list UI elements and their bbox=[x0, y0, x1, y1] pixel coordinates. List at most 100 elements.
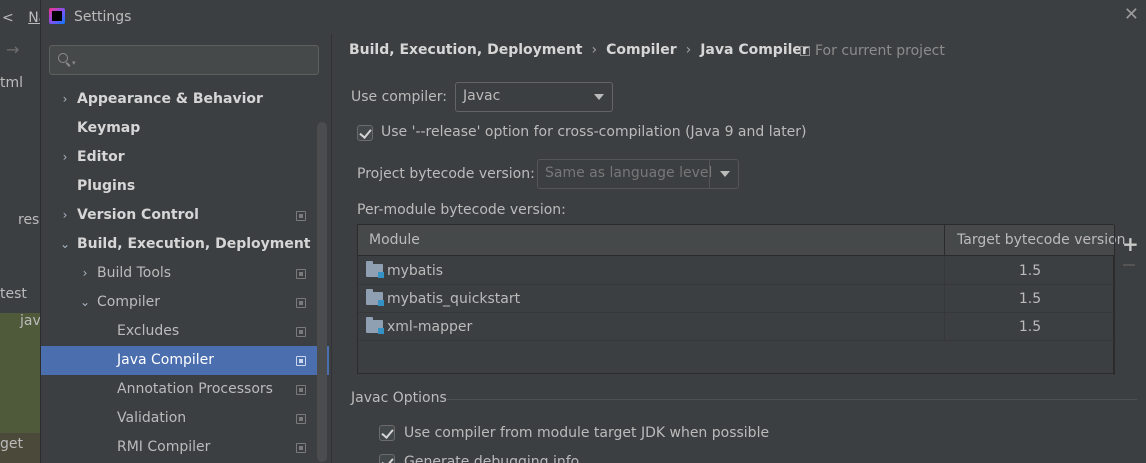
release-option-checkbox[interactable] bbox=[357, 125, 373, 141]
background-ide: < Nav → tml res test jav get bbox=[0, 0, 40, 463]
search-icon: ▾ bbox=[58, 53, 76, 69]
sidebar-item-label: Annotation Processors bbox=[117, 381, 273, 397]
chevron-down-icon bbox=[594, 94, 604, 100]
use-compiler-label: Use compiler: bbox=[351, 89, 448, 105]
sidebar-scrollbar[interactable] bbox=[317, 122, 327, 462]
module-cell: mybatis_quickstart bbox=[366, 285, 520, 313]
project-scope-icon bbox=[296, 298, 306, 308]
javac-options-title: Javac Options bbox=[351, 390, 447, 406]
version-cell[interactable]: 1.5 bbox=[945, 285, 1115, 313]
column-header-module[interactable]: Module bbox=[369, 232, 420, 248]
project-scope-icon bbox=[296, 385, 306, 395]
module-target-jdk-label: Use compiler from module target JDK when… bbox=[404, 425, 770, 441]
bytecode-version-value: Same as language level bbox=[545, 165, 713, 181]
background-item: get bbox=[0, 436, 23, 452]
sidebar-item-label: Version Control bbox=[77, 207, 199, 223]
background-item: tml bbox=[0, 75, 24, 91]
module-folder-icon bbox=[366, 317, 384, 334]
remove-module-button[interactable] bbox=[1123, 264, 1135, 266]
sidebar-item-label: Editor bbox=[77, 149, 125, 165]
settings-content: Build, Execution, Deployment › Compiler › Ja… bbox=[331, 34, 1146, 463]
module-target-jdk-checkbox[interactable] bbox=[379, 425, 395, 441]
sidebar-item-keymap[interactable]: Keymap bbox=[41, 114, 329, 143]
compiler-select[interactable]: Javac bbox=[455, 82, 613, 112]
module-bytecode-table: Module Target bytecode version mybatis 1… bbox=[357, 224, 1126, 375]
module-folder-icon bbox=[366, 289, 384, 306]
sidebar-item-editor[interactable]: › Editor bbox=[41, 143, 329, 172]
sidebar-item-version-control[interactable]: › Version Control bbox=[41, 201, 329, 230]
column-header-target-version[interactable]: Target bytecode version bbox=[957, 232, 1126, 248]
background-menu-nav[interactable]: Nav bbox=[28, 10, 40, 26]
breadcrumb: Build, Execution, Deployment › Compiler › Ja… bbox=[349, 42, 809, 62]
module-name: mybatis_quickstart bbox=[387, 291, 521, 307]
window-title: Settings bbox=[74, 9, 132, 25]
debugging-info-label: Generate debugging info bbox=[404, 454, 580, 463]
column-divider[interactable] bbox=[944, 225, 945, 256]
chevron-down-icon[interactable]: ⌄ bbox=[79, 288, 91, 317]
sidebar-item-label: Compiler bbox=[97, 294, 161, 310]
project-scope-icon bbox=[296, 327, 306, 337]
module-name: mybatis bbox=[387, 263, 444, 279]
chevron-right-icon[interactable]: › bbox=[59, 201, 71, 230]
title-bar[interactable]: Settings ✕ bbox=[41, 0, 1146, 34]
project-scope-icon bbox=[296, 211, 306, 221]
release-option-label: Use '--release' option for cross-compila… bbox=[381, 124, 807, 140]
table-row[interactable]: mybatis 1.5 bbox=[358, 257, 1115, 285]
table-row[interactable]: mybatis_quickstart 1.5 bbox=[358, 285, 1115, 313]
search-input[interactable]: ▾ bbox=[49, 45, 319, 75]
sidebar-item-plugins[interactable]: Plugins bbox=[41, 172, 329, 201]
sidebar-item-validation[interactable]: Validation bbox=[41, 404, 329, 433]
breadcrumb-item: Java Compiler bbox=[700, 42, 809, 58]
close-icon[interactable]: ✕ bbox=[1124, 4, 1139, 25]
sidebar-item-excludes[interactable]: Excludes bbox=[41, 317, 329, 346]
sidebar-item-rmi-compiler[interactable]: RMI Compiler bbox=[41, 433, 329, 462]
settings-window: Settings ✕ ▾ › Appearance & Behavior Key… bbox=[40, 0, 1146, 463]
settings-tree: › Appearance & Behavior Keymap › Editor … bbox=[41, 85, 329, 462]
sidebar-item-label: RMI Compiler bbox=[117, 439, 211, 455]
chevron-right-icon[interactable]: › bbox=[59, 143, 71, 172]
project-scope-icon bbox=[296, 356, 306, 366]
background-highlight bbox=[0, 313, 40, 433]
scope-label: For current project bbox=[815, 43, 945, 59]
scope-indicator: For current project bbox=[800, 43, 945, 59]
breadcrumb-item[interactable]: Compiler bbox=[606, 42, 677, 58]
debugging-info-checkbox[interactable] bbox=[379, 454, 395, 463]
sidebar-item-label: Appearance & Behavior bbox=[77, 91, 263, 107]
back-arrow-icon: → bbox=[6, 40, 20, 59]
settings-sidebar: ▾ › Appearance & Behavior Keymap › Edito… bbox=[41, 34, 329, 463]
background-item: jav bbox=[20, 313, 40, 329]
sidebar-item-build-tools[interactable]: › Build Tools bbox=[41, 259, 329, 288]
table-header: Module Target bytecode version bbox=[358, 225, 1126, 256]
sidebar-item-label: Build Tools bbox=[97, 265, 172, 281]
project-scope-icon bbox=[296, 414, 306, 424]
project-scope-icon bbox=[296, 269, 306, 279]
combo-divider bbox=[709, 160, 710, 188]
section-divider bbox=[447, 399, 1137, 400]
sidebar-item-appearance[interactable]: › Appearance & Behavior bbox=[41, 85, 329, 114]
sidebar-item-label: Excludes bbox=[117, 323, 180, 339]
table-toolbar-divider bbox=[1114, 225, 1115, 375]
project-scope-icon bbox=[800, 46, 810, 56]
background-item: test bbox=[0, 286, 27, 302]
chevron-down-icon[interactable]: ⌄ bbox=[59, 230, 71, 259]
bytecode-version-label: Project bytecode version: bbox=[357, 166, 535, 182]
add-module-button[interactable]: + bbox=[1122, 232, 1139, 256]
version-cell[interactable]: 1.5 bbox=[945, 313, 1115, 341]
module-folder-icon bbox=[366, 261, 384, 278]
sidebar-item-label: Build, Execution, Deployment bbox=[77, 236, 311, 252]
version-cell[interactable]: 1.5 bbox=[945, 257, 1115, 285]
chevron-right-icon[interactable]: › bbox=[79, 259, 91, 288]
module-cell: mybatis bbox=[366, 257, 443, 285]
chevron-right-icon[interactable]: › bbox=[59, 85, 71, 114]
sidebar-item-label: Keymap bbox=[77, 120, 141, 136]
bytecode-version-select[interactable]: Same as language level bbox=[537, 159, 739, 189]
sidebar-item-build-execution-deployment[interactable]: ⌄ Build, Execution, Deployment bbox=[41, 230, 329, 259]
sidebar-item-java-compiler[interactable]: Java Compiler bbox=[41, 346, 329, 375]
breadcrumb-separator: › bbox=[685, 42, 692, 58]
table-row[interactable]: xml-mapper 1.5 bbox=[358, 313, 1115, 341]
app-logo-icon bbox=[49, 8, 65, 24]
breadcrumb-item[interactable]: Build, Execution, Deployment bbox=[349, 42, 583, 58]
module-cell: xml-mapper bbox=[366, 313, 472, 341]
sidebar-item-annotation-processors[interactable]: Annotation Processors bbox=[41, 375, 329, 404]
sidebar-item-compiler[interactable]: ⌄ Compiler bbox=[41, 288, 329, 317]
